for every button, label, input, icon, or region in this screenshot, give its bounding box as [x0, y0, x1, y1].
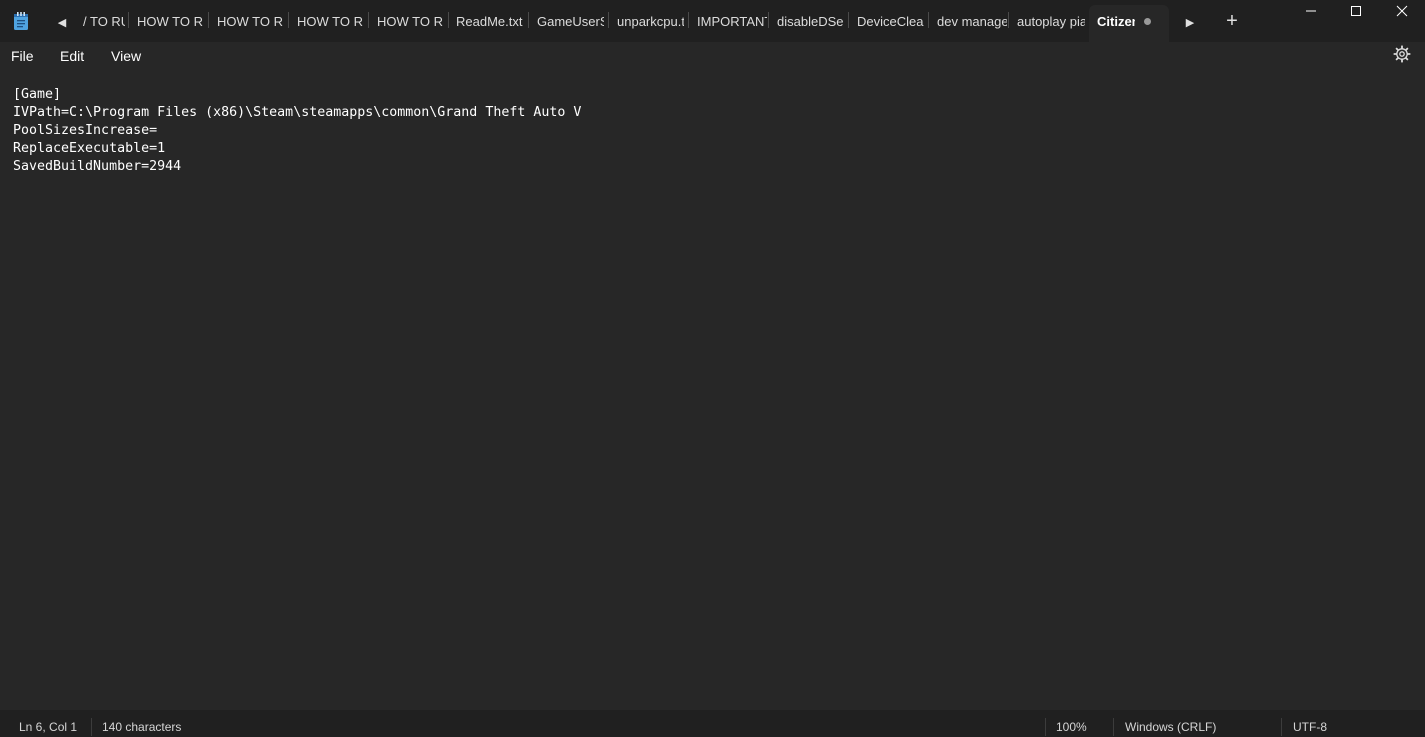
status-divider — [1113, 718, 1114, 736]
caret-left-icon[interactable]: ◀ — [50, 10, 74, 34]
tab-divider — [848, 12, 849, 28]
tab[interactable]: HOW TO RUN — [377, 10, 444, 34]
title-bar: ◀ / TO RUN HOW TO RUN HOW TO RUN HOW TO … — [0, 0, 1425, 42]
encoding[interactable]: UTF-8 — [1293, 719, 1327, 735]
editor-line: IVPath=C:\Program Files (x86)\Steam\stea… — [13, 105, 582, 120]
tab[interactable]: HOW TO RUN — [137, 10, 204, 34]
tab-divider — [688, 12, 689, 28]
notepad-icon — [14, 12, 28, 30]
tab-divider — [368, 12, 369, 28]
tab[interactable]: unparkcpu.txt — [617, 10, 684, 34]
editor-line: ReplaceExecutable=1 — [13, 141, 166, 156]
status-divider — [1281, 718, 1282, 736]
tab[interactable]: disableDSearch — [777, 10, 844, 34]
minimize-icon[interactable] — [1288, 0, 1334, 22]
menu-edit[interactable]: Edit — [60, 46, 84, 66]
tab-divider — [528, 12, 529, 28]
status-bar: Ln 6, Col 1 140 characters 100% Windows … — [0, 710, 1425, 737]
tab-divider — [448, 12, 449, 28]
tab[interactable]: HOW TO RUN — [217, 10, 284, 34]
tab-divider — [208, 12, 209, 28]
maximize-icon[interactable] — [1333, 0, 1379, 22]
tab-divider — [288, 12, 289, 28]
tab[interactable]: IMPORTANT — [697, 10, 767, 34]
plus-icon[interactable]: + — [1220, 9, 1244, 33]
menu-view[interactable]: View — [111, 46, 141, 66]
active-tab[interactable]: Citizen — [1089, 5, 1169, 42]
editor-line: [Game] — [13, 87, 62, 102]
tab[interactable]: autoplay pia — [1017, 10, 1085, 34]
unsaved-dot-icon[interactable] — [1144, 18, 1151, 25]
character-count: 140 characters — [102, 720, 182, 734]
tab[interactable]: / TO RUN — [83, 10, 125, 34]
status-divider — [1045, 718, 1046, 736]
tab-divider — [608, 12, 609, 28]
zoom-level[interactable]: 100% — [1056, 719, 1087, 735]
active-tab-label: Citizen — [1097, 14, 1135, 29]
gear-icon[interactable] — [1393, 45, 1411, 63]
tab[interactable]: DeviceCleanup — [857, 10, 924, 34]
editor-line: SavedBuildNumber=2944 — [13, 159, 182, 174]
cursor-position: Ln 6, Col 1 — [19, 720, 78, 734]
tab[interactable]: HOW TO RUN — [297, 10, 364, 34]
tab[interactable]: dev manage — [937, 10, 1007, 34]
close-icon[interactable] — [1379, 0, 1425, 22]
tab[interactable]: GameUserSettings — [537, 10, 604, 34]
tab[interactable]: ReadMe.txt — [456, 10, 526, 34]
tab-divider — [928, 12, 929, 28]
tab-divider — [1008, 12, 1009, 28]
tab-divider — [768, 12, 769, 28]
menu-bar: File Edit View — [0, 42, 1425, 69]
line-ending[interactable]: Windows (CRLF) — [1125, 719, 1216, 735]
text-editor[interactable]: [Game] IVPath=C:\Program Files (x86)\Ste… — [0, 69, 1425, 710]
menu-file[interactable]: File — [11, 46, 34, 66]
caret-right-icon[interactable]: ▶ — [1178, 10, 1202, 34]
editor-line: PoolSizesIncrease= — [13, 123, 158, 138]
status-divider — [91, 718, 92, 736]
tab-divider — [128, 12, 129, 28]
